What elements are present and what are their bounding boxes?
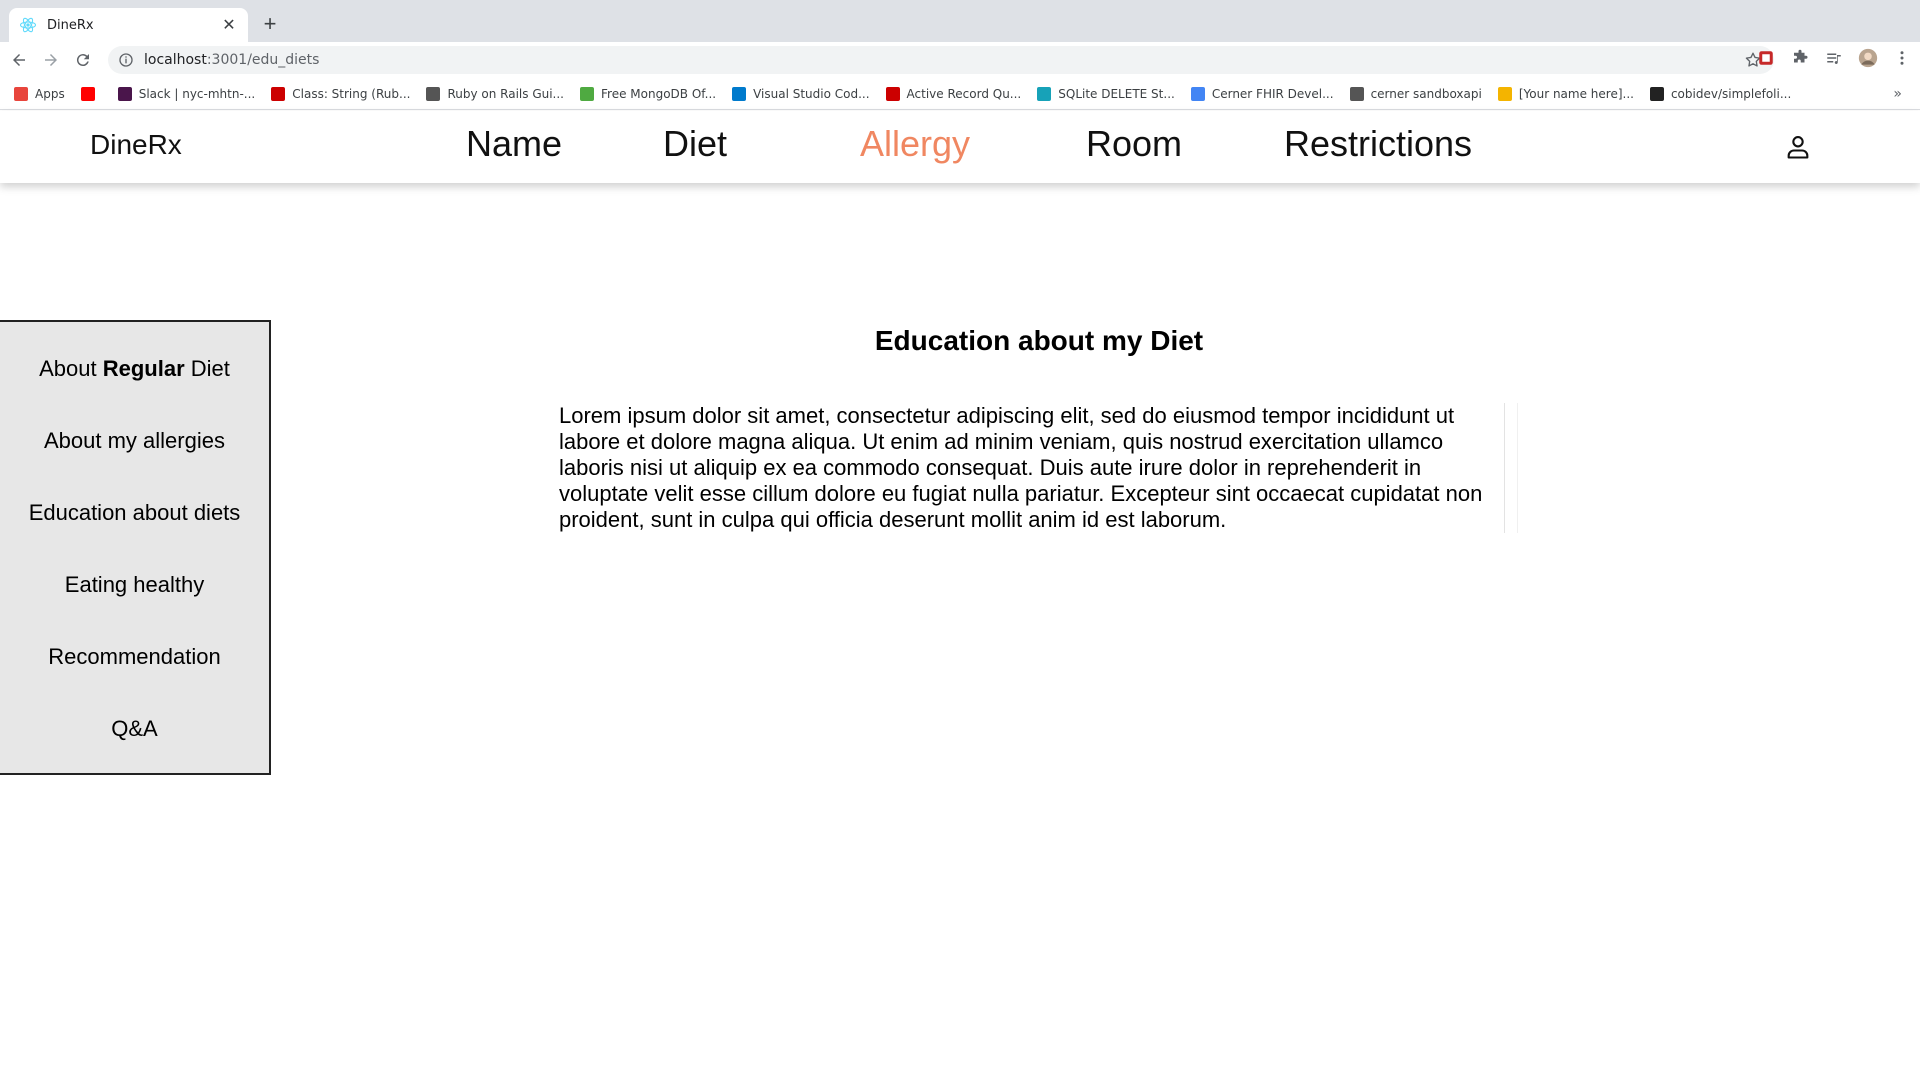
bookmark-item[interactable]: cobidev/simplefoli... bbox=[1649, 86, 1792, 101]
sidebar-item-prefix: About bbox=[39, 356, 103, 381]
url-text: localhost:3001/edu_diets bbox=[144, 52, 319, 68]
sidebar-item-qa[interactable]: Q&A bbox=[0, 716, 269, 742]
extension-icon[interactable] bbox=[1756, 48, 1776, 68]
menu-kebab-icon[interactable] bbox=[1892, 48, 1912, 68]
sidebar-item-allergies[interactable]: About my allergies bbox=[0, 428, 269, 454]
nav-link-allergy[interactable]: Allergy bbox=[860, 123, 970, 165]
tab-title: DineRx bbox=[47, 17, 94, 33]
bookmark-favicon-icon bbox=[117, 86, 132, 101]
bookmark-favicon-icon bbox=[1649, 86, 1664, 101]
nav-link-name[interactable]: Name bbox=[466, 123, 562, 165]
bookmark-item[interactable]: Visual Studio Cod... bbox=[732, 86, 870, 101]
sidebar-item-regular-diet[interactable]: About Regular Diet bbox=[0, 356, 269, 382]
bookmark-item[interactable]: Apps bbox=[14, 86, 65, 101]
bookmark-favicon-icon bbox=[1190, 86, 1205, 101]
bookmark-label: Class: String (Rub... bbox=[292, 86, 411, 101]
close-icon[interactable]: ✕ bbox=[220, 15, 238, 35]
forward-icon[interactable] bbox=[38, 47, 64, 73]
address-bar[interactable]: localhost:3001/edu_diets bbox=[108, 46, 1774, 74]
bookmark-favicon-icon bbox=[271, 86, 286, 101]
sidebar-item-suffix: Diet bbox=[184, 356, 230, 381]
app-navbar: DineRx Name Diet Allergy Room Restrictio… bbox=[0, 111, 1920, 183]
bookmark-item[interactable]: Free MongoDB Of... bbox=[580, 86, 717, 101]
bookmarks-bar: Apps Slack | nyc-mhtn-... Class: String (R… bbox=[0, 78, 1920, 110]
bookmark-item[interactable]: Slack | nyc-mhtn-... bbox=[117, 86, 256, 101]
new-tab-button[interactable]: + bbox=[258, 12, 282, 36]
bookmark-favicon-icon bbox=[732, 86, 747, 101]
nav-link-room[interactable]: Room bbox=[1086, 123, 1182, 165]
bookmark-item[interactable]: Ruby on Rails Gui... bbox=[426, 86, 564, 101]
nav-link-restrictions[interactable]: Restrictions bbox=[1284, 123, 1472, 165]
apps-grid-icon bbox=[14, 86, 28, 101]
bookmark-label: cerner sandboxapi bbox=[1370, 86, 1482, 101]
bookmark-item[interactable]: Cerner FHIR Devel... bbox=[1190, 86, 1334, 101]
bookmark-label: Apps bbox=[35, 86, 65, 101]
content-paragraph: Lorem ipsum dolor sit amet, consectetur … bbox=[559, 403, 1483, 532]
url-host: localhost bbox=[144, 52, 207, 68]
bookmark-label: [Your name here]... bbox=[1518, 86, 1634, 101]
content-divider bbox=[1504, 403, 1518, 533]
bookmark-favicon-icon bbox=[426, 86, 441, 101]
bookmark-label: Ruby on Rails Gui... bbox=[447, 86, 564, 101]
nav-link-diet[interactable]: Diet bbox=[663, 123, 727, 165]
brand-logo[interactable]: DineRx bbox=[90, 129, 182, 161]
user-icon[interactable] bbox=[1784, 133, 1812, 161]
bookmark-favicon-icon bbox=[80, 86, 95, 101]
bookmark-label: Active Record Qu... bbox=[906, 86, 1022, 101]
playlist-icon[interactable] bbox=[1824, 48, 1844, 68]
bookmark-label: cobidev/simplefoli... bbox=[1670, 86, 1792, 101]
bookmark-label: Cerner FHIR Devel... bbox=[1211, 86, 1334, 101]
browser-tab[interactable]: DineRx ✕ bbox=[9, 8, 248, 42]
react-icon bbox=[19, 16, 37, 34]
bookmarks-overflow-icon[interactable]: » bbox=[1893, 86, 1902, 102]
back-icon[interactable] bbox=[6, 47, 32, 73]
info-icon[interactable] bbox=[118, 52, 134, 68]
sidebar: About Regular Diet About my allergies Ed… bbox=[0, 320, 271, 775]
bookmark-favicon-icon bbox=[1349, 86, 1364, 101]
bookmark-favicon-icon bbox=[1037, 86, 1052, 101]
bookmark-label: Slack | nyc-mhtn-... bbox=[138, 86, 256, 101]
bookmark-label: Free MongoDB Of... bbox=[601, 86, 717, 101]
bookmark-item[interactable]: cerner sandboxapi bbox=[1349, 86, 1482, 101]
sidebar-item-eating-healthy[interactable]: Eating healthy bbox=[0, 572, 269, 598]
url-path: :3001/edu_diets bbox=[206, 52, 320, 68]
bookmark-item[interactable]: SQLite DELETE St... bbox=[1037, 86, 1175, 101]
sidebar-item-education[interactable]: Education about diets bbox=[0, 500, 269, 526]
bookmark-item[interactable]: Class: String (Rub... bbox=[271, 86, 411, 101]
bookmark-favicon-icon bbox=[885, 86, 900, 101]
bookmark-favicon-icon bbox=[580, 86, 594, 101]
bookmark-item[interactable]: [Your name here]... bbox=[1497, 86, 1634, 101]
puzzle-icon[interactable] bbox=[1790, 48, 1810, 68]
reload-icon[interactable] bbox=[70, 47, 96, 73]
browser-tabstrip: DineRx ✕ + bbox=[0, 0, 1920, 42]
bookmark-label: Visual Studio Cod... bbox=[753, 86, 870, 101]
sidebar-item-bold: Regular bbox=[102, 356, 185, 381]
bookmark-item[interactable] bbox=[80, 86, 102, 101]
avatar[interactable] bbox=[1858, 48, 1878, 68]
bookmark-label: SQLite DELETE St... bbox=[1058, 86, 1175, 101]
browser-toolbar: localhost:3001/edu_diets bbox=[0, 42, 1920, 78]
extensions-area bbox=[1756, 48, 1912, 68]
sidebar-item-recommendation[interactable]: Recommendation bbox=[0, 644, 269, 670]
bookmark-favicon-icon bbox=[1497, 86, 1512, 101]
page-title: Education about my Diet bbox=[874, 325, 1204, 356]
bookmark-item[interactable]: Active Record Qu... bbox=[885, 86, 1022, 101]
